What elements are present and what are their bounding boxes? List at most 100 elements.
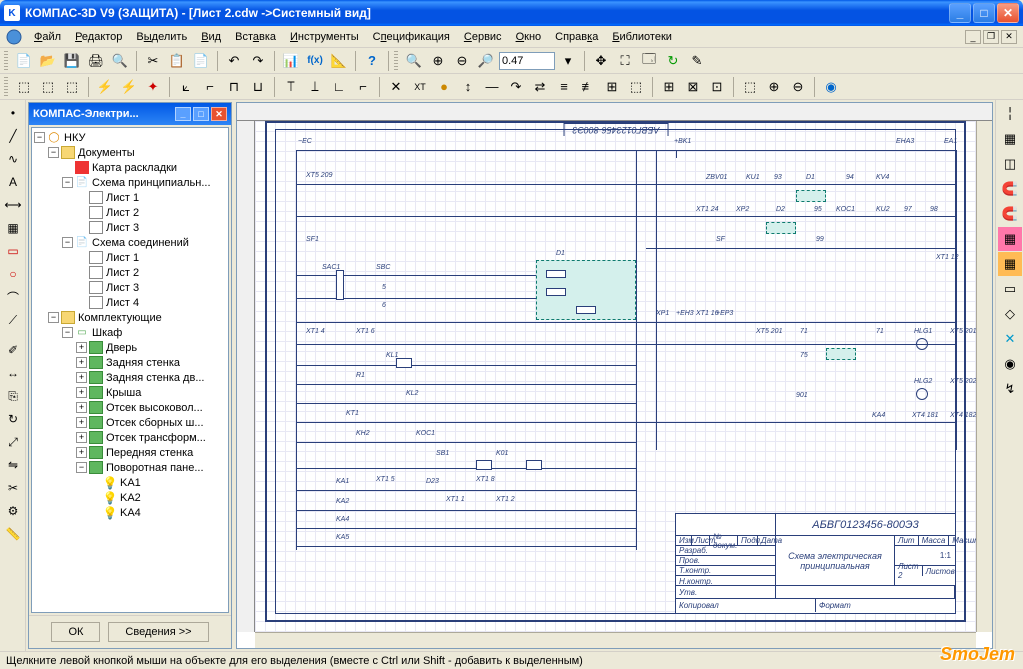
el-btn-7[interactable]: ⟀ <box>175 76 197 98</box>
lt-spline-icon[interactable]: ⟋ <box>2 309 24 331</box>
tree-item[interactable]: −Поворотная пане... <box>34 460 226 475</box>
tree-item[interactable]: +Задняя стенка дв... <box>34 370 226 385</box>
preview-button[interactable]: 🔍 <box>109 50 131 72</box>
info-button[interactable]: Сведения >> <box>108 622 208 642</box>
tree-sheet[interactable]: Лист 4 <box>34 295 226 310</box>
lt-line-icon[interactable]: ╱ <box>2 125 24 147</box>
mdi-minimize[interactable]: _ <box>965 30 981 44</box>
el-btn-9[interactable]: ⊓ <box>223 76 245 98</box>
lt-arc-icon[interactable]: ⌒ <box>2 286 24 308</box>
rt-btn-11[interactable]: ◉ <box>998 352 1022 376</box>
grip-icon[interactable] <box>4 51 8 71</box>
tree-item[interactable]: +Отсек высоковол... <box>34 400 226 415</box>
zoom-prev-button[interactable]: 🗔 <box>638 50 660 72</box>
el-btn-15[interactable]: ✕ <box>385 76 407 98</box>
tree-schema-p[interactable]: −📄Схема принципиальн... <box>34 175 226 190</box>
tree-shkaf[interactable]: −▭Шкаф <box>34 325 226 340</box>
menu-tools[interactable]: Инструменты <box>284 29 365 45</box>
el-btn-19[interactable]: — <box>481 76 503 98</box>
el-btn-10[interactable]: ⊔ <box>247 76 269 98</box>
rt-magnet2-icon[interactable]: 🧲 <box>998 202 1022 226</box>
lt-curve-icon[interactable]: ∿ <box>2 148 24 170</box>
el-btn-17[interactable]: ● <box>433 76 455 98</box>
redraw-button[interactable]: ✎ <box>686 50 708 72</box>
zoom-out-button[interactable]: ⊖ <box>451 50 473 72</box>
menu-window[interactable]: Окно <box>510 29 548 45</box>
new-button[interactable]: 📄 <box>13 50 35 72</box>
el-btn-28[interactable]: ⊡ <box>706 76 728 98</box>
close-button[interactable]: ✕ <box>997 3 1019 23</box>
grip-icon[interactable] <box>394 51 398 71</box>
tree-item[interactable]: +Отсек трансформ... <box>34 430 226 445</box>
panel-max-button[interactable]: □ <box>193 107 209 121</box>
lt-edit-icon[interactable]: ✐ <box>2 339 24 361</box>
el-btn-3[interactable]: ⬚ <box>61 76 83 98</box>
rt-btn-12[interactable]: ↯ <box>998 377 1022 401</box>
tree-komplekt[interactable]: −Комплектующие <box>34 310 226 325</box>
zoom-in-button[interactable]: ⊕ <box>427 50 449 72</box>
el-btn-25[interactable]: ⬚ <box>625 76 647 98</box>
el-btn-26[interactable]: ⊞ <box>658 76 680 98</box>
tree-sheet[interactable]: Лист 3 <box>34 280 226 295</box>
menu-help[interactable]: Справка <box>549 29 604 45</box>
tree-root[interactable]: −◯НКУ <box>34 130 226 145</box>
lt-trim-icon[interactable]: ✂ <box>2 477 24 499</box>
lt-move-icon[interactable]: ↔ <box>2 362 24 384</box>
scrollbar-vertical[interactable] <box>976 121 992 632</box>
menu-select[interactable]: Выделить <box>130 29 193 45</box>
tree-item[interactable]: +Задняя стенка <box>34 355 226 370</box>
copy-button[interactable]: 📋 <box>166 50 188 72</box>
tree-item[interactable]: 💡KA4 <box>34 505 226 520</box>
redo-button[interactable]: ↷ <box>247 50 269 72</box>
rt-btn-9[interactable]: ◇ <box>998 302 1022 326</box>
tree-item[interactable]: 💡KA2 <box>34 490 226 505</box>
lt-dim-icon[interactable]: ⟷ <box>2 194 24 216</box>
zoom-input[interactable] <box>499 52 555 70</box>
spec-button[interactable]: 📊 <box>280 50 302 72</box>
cut-button[interactable]: ✂ <box>142 50 164 72</box>
el-btn-24[interactable]: ⊞ <box>601 76 623 98</box>
grip-icon[interactable] <box>4 77 8 97</box>
tree-sheet[interactable]: Лист 2 <box>34 205 226 220</box>
rt-btn-7[interactable]: ▦ <box>998 252 1022 276</box>
tree-sheet[interactable]: Лист 1 <box>34 250 226 265</box>
rt-btn-8[interactable]: ▭ <box>998 277 1022 301</box>
lt-circle-icon[interactable]: ○ <box>2 263 24 285</box>
lt-rect-icon[interactable]: ▭ <box>2 240 24 262</box>
el-btn-27[interactable]: ⊠ <box>682 76 704 98</box>
lt-mirror-icon[interactable]: ⇋ <box>2 454 24 476</box>
lt-copy-icon[interactable]: ⎘ <box>2 385 24 407</box>
lt-text-icon[interactable]: A <box>2 171 24 193</box>
el-btn-13[interactable]: ∟ <box>328 76 350 98</box>
tree-docs[interactable]: −Документы <box>34 145 226 160</box>
lt-hatch-icon[interactable]: ▦ <box>2 217 24 239</box>
el-btn-8[interactable]: ⌐ <box>199 76 221 98</box>
el-btn-20[interactable]: ↷ <box>505 76 527 98</box>
canvas-area[interactable]: АБВГ0123456-800Э3 <box>236 102 993 649</box>
rt-btn-10[interactable]: ✕ <box>998 327 1022 351</box>
panel-close-button[interactable]: ✕ <box>211 107 227 121</box>
save-button[interactable]: 💾 <box>61 50 83 72</box>
rt-btn-3[interactable]: ◫ <box>998 152 1022 176</box>
panel-min-button[interactable]: _ <box>175 107 191 121</box>
el-btn-22[interactable]: ≡ <box>553 76 575 98</box>
pan-button[interactable]: ✥ <box>590 50 612 72</box>
el-btn-30[interactable]: ⊕ <box>763 76 785 98</box>
minimize-button[interactable]: _ <box>949 3 971 23</box>
el-btn-5[interactable]: ⚡ <box>118 76 140 98</box>
el-btn-12[interactable]: ⟘ <box>304 76 326 98</box>
menu-libs[interactable]: Библиотеки <box>606 29 678 45</box>
tree-sheet[interactable]: Лист 3 <box>34 220 226 235</box>
el-btn-16[interactable]: XT <box>409 76 431 98</box>
lt-scale-icon[interactable]: ⤢ <box>2 431 24 453</box>
menu-file[interactable]: ФФайлайл <box>28 29 67 45</box>
tree-item[interactable]: +Передняя стенка <box>34 445 226 460</box>
maximize-button[interactable]: □ <box>973 3 995 23</box>
el-btn-2[interactable]: ⬚ <box>37 76 59 98</box>
tree-layout[interactable]: Карта раскладки <box>34 160 226 175</box>
tree-schema-c[interactable]: −📄Схема соединений <box>34 235 226 250</box>
el-btn-6[interactable]: ✦ <box>142 76 164 98</box>
el-btn-4[interactable]: ⚡ <box>94 76 116 98</box>
zoom-scale-button[interactable]: 🔎 <box>475 50 497 72</box>
el-btn-21[interactable]: ⇄ <box>529 76 551 98</box>
